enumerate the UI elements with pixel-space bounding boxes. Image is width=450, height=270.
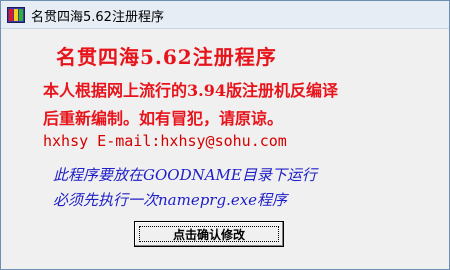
dialog-body: 名贯四海5.62注册程序 本人根据网上流行的3.94版注册机反编译 后重新编制。… bbox=[9, 29, 441, 261]
dialog-window: 名贯四海5.62注册程序 名贯四海5.62注册程序 本人根据网上流行的3.94版… bbox=[0, 0, 450, 270]
instruction-line-1: 此程序要放在GOODNAME目录下运行 bbox=[53, 166, 317, 184]
description-line-2: 后重新编制。如有冒犯，请原谅。 bbox=[43, 109, 284, 128]
window-app-icon[interactable] bbox=[7, 7, 25, 23]
window-title: 名贯四海5.62注册程序 bbox=[31, 10, 164, 25]
instruction-line-2: 必须先执行一次nameprg.exe程序 bbox=[53, 191, 288, 209]
program-heading: 名贯四海5.62注册程序 bbox=[56, 45, 277, 69]
description-line-1: 本人根据网上流行的3.94版注册机反编译 bbox=[43, 81, 338, 100]
confirm-modify-button[interactable]: 点击确认修改 bbox=[134, 221, 284, 247]
confirm-modify-label: 点击确认修改 bbox=[172, 227, 245, 242]
author-contact: hxhsy E-mail:hxhsy@sohu.com bbox=[43, 132, 287, 150]
title-bar[interactable]: 名贯四海5.62注册程序 bbox=[1, 1, 449, 29]
